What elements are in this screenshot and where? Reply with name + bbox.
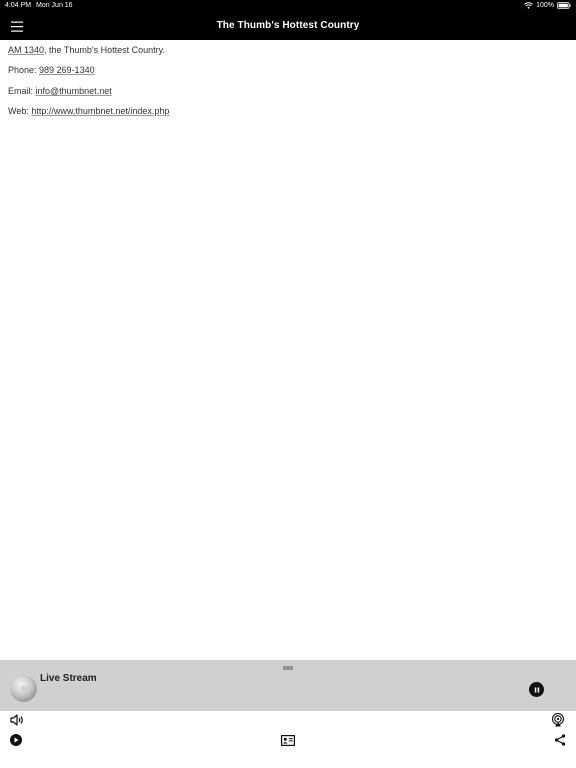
pause-icon xyxy=(534,687,539,692)
contact-card-icon xyxy=(281,734,295,746)
volume-button[interactable] xyxy=(10,713,24,727)
phone-label: Phone: xyxy=(8,65,40,76)
album-art xyxy=(10,675,37,702)
pause-button[interactable] xyxy=(529,682,544,697)
station-link[interactable]: AM 1340 xyxy=(8,45,44,55)
drag-handle-icon[interactable] xyxy=(283,666,293,670)
stream-title: Live Stream xyxy=(40,673,97,684)
play-icon xyxy=(10,734,22,746)
status-date: Mon Jun 16 xyxy=(36,2,73,9)
status-indicators: 100% xyxy=(524,0,571,11)
status-time: 4:04 PM xyxy=(5,2,32,9)
station-info: AM 1340, the Thumb's Hottest Country. Ph… xyxy=(8,46,568,128)
station-tagline: , the Thumb's Hottest Country. xyxy=(44,45,165,55)
email-label: Email: xyxy=(8,85,36,96)
share-button[interactable] xyxy=(553,733,567,747)
web-label: Web: xyxy=(8,106,32,117)
airplay-button[interactable] xyxy=(551,713,565,727)
mini-player[interactable]: Live Stream xyxy=(0,660,576,711)
station-line: AM 1340, the Thumb's Hottest Country. xyxy=(8,46,568,55)
battery-percentage: 100% xyxy=(536,2,554,9)
airplay-icon xyxy=(551,713,565,727)
battery-icon xyxy=(557,2,571,9)
email-link[interactable]: info@thumbnet.net xyxy=(36,86,112,96)
nav-bar: The Thumb's Hottest Country xyxy=(0,11,576,40)
status-bar: 4:04 PM Mon Jun 16 100% xyxy=(0,0,576,11)
share-icon xyxy=(554,734,566,746)
web-line: Web: http://www.thumbnet.net/index.php xyxy=(8,107,568,116)
wifi-icon xyxy=(524,2,533,9)
phone-line: Phone: 989 269-1340 xyxy=(8,66,568,75)
play-button[interactable] xyxy=(9,733,23,747)
bottom-toolbar xyxy=(0,711,576,768)
email-line: Email: info@thumbnet.net xyxy=(8,85,568,96)
web-link[interactable]: http://www.thumbnet.net/index.php xyxy=(31,106,169,116)
page-title: The Thumb's Hottest Country xyxy=(216,20,360,31)
contact-card-button[interactable] xyxy=(281,733,295,747)
phone-link[interactable]: 989 269-1340 xyxy=(39,65,95,75)
volume-icon xyxy=(10,714,23,726)
